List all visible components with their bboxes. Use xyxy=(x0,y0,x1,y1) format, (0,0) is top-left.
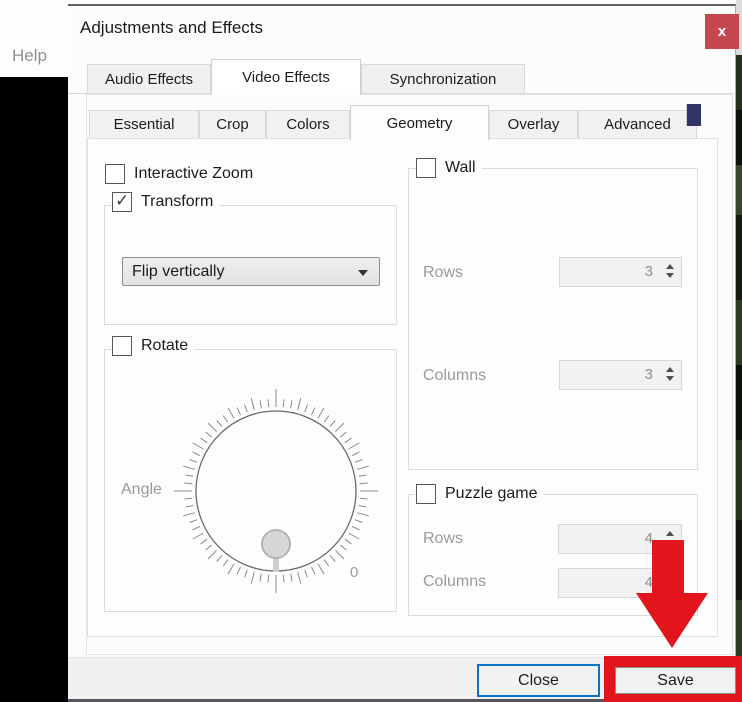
close-button-label: Close xyxy=(518,672,559,690)
subtab-label: Colors xyxy=(286,116,329,133)
interactive-zoom-row: ✓ Interactive Zoom xyxy=(105,164,259,184)
spin-up-icon[interactable] xyxy=(666,531,674,536)
rotate-checkbox[interactable]: ✓ xyxy=(112,336,132,356)
menu-item-help[interactable]: Help xyxy=(12,46,47,66)
subtab-label: Essential xyxy=(114,116,175,133)
screen: Help Adjustments and Effects x Audio Eff… xyxy=(0,0,742,702)
background-video-strip xyxy=(736,0,742,702)
chevron-down-icon xyxy=(358,270,368,276)
spin-down-icon[interactable] xyxy=(666,376,674,381)
spinner-arrows[interactable] xyxy=(666,264,674,278)
background-menubar: Help xyxy=(0,0,68,77)
check-icon: ✓ xyxy=(115,191,129,211)
subtab-label: Overlay xyxy=(508,116,560,133)
dial-knob[interactable] xyxy=(262,530,290,558)
subtab-colors[interactable]: Colors xyxy=(266,110,350,139)
wall-rows-label: Rows xyxy=(423,264,463,282)
transform-selected-value: Flip vertically xyxy=(132,263,224,281)
wall-rows-value: 3 xyxy=(645,263,653,280)
spin-up-icon[interactable] xyxy=(666,264,674,269)
transform-select[interactable]: Flip vertically xyxy=(122,257,380,286)
interactive-zoom-label: Interactive Zoom xyxy=(134,165,253,183)
dialog-close-button[interactable]: x xyxy=(705,14,739,49)
arrow-down-icon xyxy=(636,540,708,648)
spin-up-icon[interactable] xyxy=(666,367,674,372)
rotate-label: Rotate xyxy=(141,337,188,355)
tab-audio-effects[interactable]: Audio Effects xyxy=(87,64,211,94)
save-button[interactable]: Save xyxy=(615,667,736,694)
tab-label: Audio Effects xyxy=(105,71,193,88)
annotation-arrow xyxy=(630,540,715,650)
subtab-label: Advanced xyxy=(604,116,671,133)
wall-label: Wall xyxy=(445,159,476,177)
tab-synchronization[interactable]: Synchronization xyxy=(361,64,525,94)
rotate-row: ✓ Rotate xyxy=(112,336,194,356)
subtab-essential[interactable]: Essential xyxy=(89,110,199,139)
puzzle-rows-label: Rows xyxy=(423,530,463,548)
puzzle-row: ✓ Puzzle game xyxy=(416,484,544,504)
subtab-advanced[interactable]: Advanced xyxy=(578,110,697,139)
wall-group xyxy=(408,168,698,470)
puzzle-columns-label: Columns xyxy=(423,573,486,591)
wall-checkbox[interactable]: ✓ xyxy=(416,158,436,178)
wall-rows-spinner[interactable]: 3 xyxy=(559,257,682,287)
spinner-arrows[interactable] xyxy=(666,367,674,381)
subtab-label: Geometry xyxy=(387,115,453,132)
subtab-geometry[interactable]: Geometry xyxy=(350,105,489,141)
angle-label: Angle xyxy=(121,481,162,499)
wall-columns-label: Columns xyxy=(423,367,486,385)
spin-down-icon[interactable] xyxy=(666,273,674,278)
subtab-crop[interactable]: Crop xyxy=(199,110,266,139)
save-highlight-box: Save xyxy=(604,656,742,702)
subtab-label: Crop xyxy=(216,116,249,133)
background-artifact xyxy=(686,104,701,126)
tab-video-effects[interactable]: Video Effects xyxy=(211,59,361,95)
close-x-icon: x xyxy=(718,23,726,40)
tab-label: Synchronization xyxy=(390,71,497,88)
angle-value: 0 xyxy=(350,564,358,581)
wall-columns-spinner[interactable]: 3 xyxy=(559,360,682,390)
transform-checkbox[interactable]: ✓ xyxy=(112,192,132,212)
subtab-overlay[interactable]: Overlay xyxy=(489,110,578,139)
transform-row: ✓ Transform xyxy=(112,192,219,212)
close-button[interactable]: Close xyxy=(477,664,600,697)
puzzle-label: Puzzle game xyxy=(445,485,538,503)
wall-columns-value: 3 xyxy=(645,366,653,383)
transform-label: Transform xyxy=(141,193,213,211)
dialog-title: Adjustments and Effects xyxy=(80,18,263,38)
save-button-label: Save xyxy=(657,672,693,690)
wall-row: ✓ Wall xyxy=(416,158,482,178)
interactive-zoom-checkbox[interactable]: ✓ xyxy=(105,164,125,184)
tab-label: Video Effects xyxy=(242,69,330,86)
puzzle-checkbox[interactable]: ✓ xyxy=(416,484,436,504)
video-black-area xyxy=(0,77,68,702)
